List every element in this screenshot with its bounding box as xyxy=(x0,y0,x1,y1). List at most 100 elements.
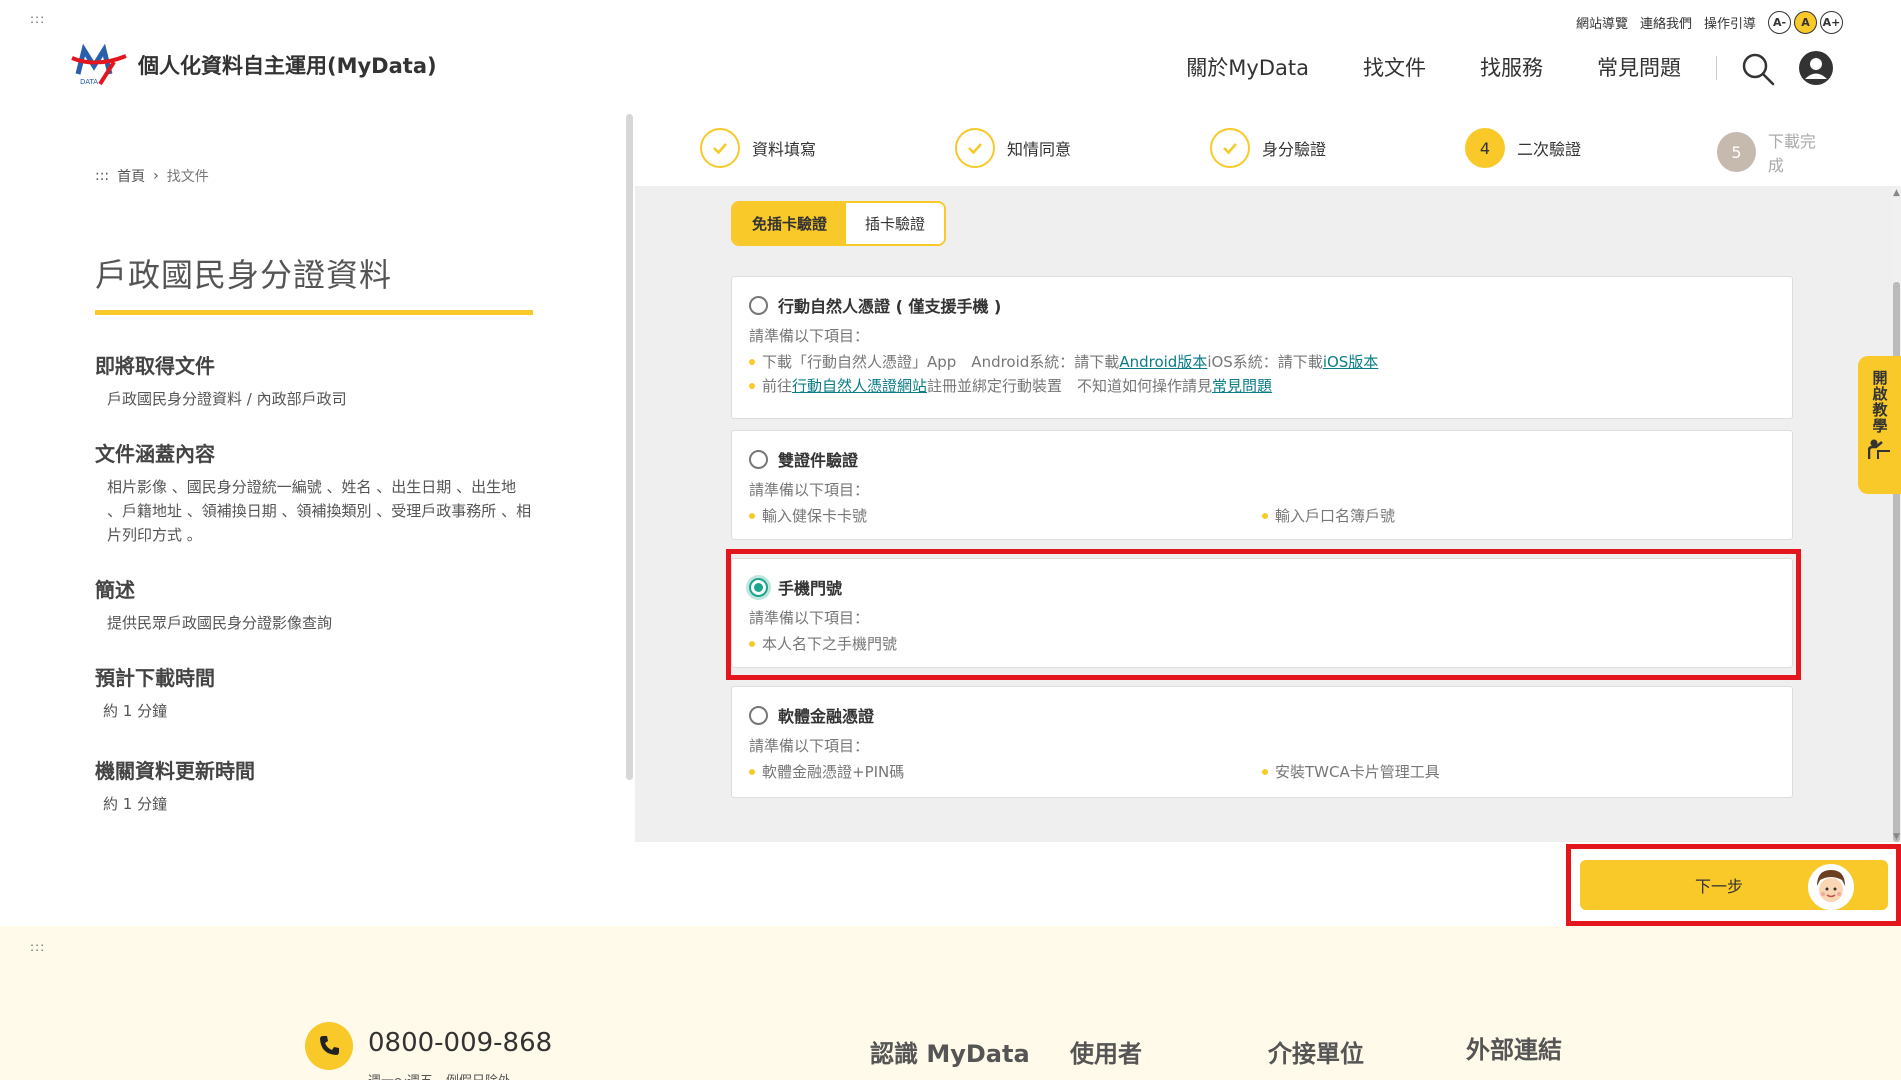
option-title: 行動自然人憑證 ( 僅支援手機 ) xyxy=(778,297,1002,316)
faq-link[interactable]: 常見問題 xyxy=(1212,374,1272,398)
option-dual-id[interactable]: 雙證件驗證 請準備以下項目： 輸入健保卡卡號 輸入戶口名簿戶號 xyxy=(731,430,1793,540)
footer-col-about[interactable]: 認識 MyData xyxy=(870,1034,1030,1069)
highlight-mobile-number xyxy=(726,549,1801,680)
site-logo[interactable]: DATA 個人化資料自主運用(MyData) xyxy=(70,44,437,86)
step-label: 下載完成 xyxy=(1767,132,1816,175)
info-value: 約 1 分鐘 xyxy=(103,702,168,720)
breadcrumb-separator: › xyxy=(153,168,159,184)
list-item: 軟體金融憑證+PIN碼 xyxy=(749,760,1262,784)
presenter-icon xyxy=(1867,439,1890,459)
ios-link[interactable]: iOS版本 xyxy=(1323,350,1379,374)
info-upcoming-doc: 即將取得文件 戶政國民身分證資料 / 內政部戶政司 xyxy=(95,350,535,411)
info-heading: 預計下載時間 xyxy=(95,666,215,690)
progress-stepper: 資料填寫 知情同意 身分驗證 4 二次驗證 5 下載完成 xyxy=(700,128,1830,175)
main-scrollbar[interactable] xyxy=(1892,186,1901,842)
step-label: 二次驗證 xyxy=(1517,140,1582,159)
nav-faq[interactable]: 常見問題 xyxy=(1597,52,1681,82)
item-text: 前往 xyxy=(762,377,793,395)
breadcrumb-current[interactable]: 找文件 xyxy=(167,166,209,186)
item-text: 註冊並綁定行動裝置 不知道如何操作請見 xyxy=(927,377,1213,395)
android-link[interactable]: Android版本 xyxy=(1119,350,1207,374)
tab-card-reader[interactable]: 插卡驗證 xyxy=(846,203,945,244)
prep-label: 請準備以下項目： xyxy=(749,737,870,755)
info-value: 約 1 分鐘 xyxy=(103,795,168,813)
option-software-cert[interactable]: 軟體金融憑證 請準備以下項目： 軟體金融憑證+PIN碼 安裝TWCA卡片管理工具 xyxy=(731,686,1793,798)
page-title: 戶政國民身分證資料 xyxy=(95,256,393,294)
step-consent: 知情同意 xyxy=(955,128,1071,168)
mobile-cert-site-link[interactable]: 行動自然人憑證網站 xyxy=(792,374,927,398)
sitemap-link[interactable]: 網站導覽 xyxy=(1576,13,1628,32)
service-phone[interactable]: 0800-009-868 xyxy=(368,1028,552,1058)
list-item: 前往 行動自然人憑證網站 註冊並綁定行動裝置 不知道如何操作請見 常見問題 xyxy=(749,374,1775,398)
prep-label: 請準備以下項目： xyxy=(749,481,870,499)
font-large-button[interactable]: A+ xyxy=(1820,11,1843,34)
footer-col-users[interactable]: 使用者 xyxy=(1070,1034,1142,1069)
option-title: 雙證件驗證 xyxy=(778,451,859,470)
step-second-verify: 4 二次驗證 xyxy=(1465,128,1581,168)
nav-find-docs[interactable]: 找文件 xyxy=(1363,52,1426,82)
radio-software-cert[interactable] xyxy=(749,705,768,725)
open-tutorial-button[interactable]: 開啟教學 xyxy=(1858,356,1901,494)
font-small-button[interactable]: A- xyxy=(1768,11,1791,34)
verify-method-tabs: 免插卡驗證 插卡驗證 xyxy=(731,201,947,246)
tutorial-label: 開啟教學 xyxy=(1870,370,1889,434)
step-label: 資料填寫 xyxy=(752,140,817,159)
breadcrumb: ::: 首頁 › 找文件 xyxy=(95,166,209,186)
info-value: 提供民眾戶政國民身分證影像查詢 xyxy=(107,614,333,632)
accesskey-top[interactable]: ::: xyxy=(30,12,45,26)
font-medium-button[interactable]: A xyxy=(1794,11,1817,34)
scroll-up-icon[interactable]: ▲ xyxy=(1893,188,1900,198)
step-download: 5 下載完成 xyxy=(1717,128,1830,176)
utility-bar: 網站導覽 連絡我們 操作引導 A- A A+ xyxy=(1576,11,1843,34)
search-icon[interactable] xyxy=(1740,51,1776,87)
accesskey-footer[interactable]: ::: xyxy=(30,940,45,954)
radio-mobile-cert[interactable] xyxy=(749,295,768,315)
footer: ::: 0800-009-868 週一～週五 例假日除外 認識 MyData 使… xyxy=(0,926,1901,1080)
info-download-time: 預計下載時間 約 1 分鐘 xyxy=(95,662,535,723)
contact-link[interactable]: 連絡我們 xyxy=(1640,13,1692,32)
tab-no-card[interactable]: 免插卡驗證 xyxy=(733,203,847,244)
breadcrumb-accesskey[interactable]: ::: xyxy=(95,168,109,184)
font-size-controls: A- A A+ xyxy=(1768,11,1843,34)
check-icon xyxy=(955,128,995,168)
assistant-avatar-icon[interactable] xyxy=(1808,864,1854,910)
phone-icon xyxy=(305,1022,353,1070)
user-account-icon[interactable] xyxy=(1798,50,1834,86)
main-nav: 關於MyData 找文件 找服務 常見問題 xyxy=(1186,52,1681,82)
next-step-label: 下一步 xyxy=(1694,877,1743,896)
check-icon xyxy=(700,128,740,168)
option-mobile-cert[interactable]: 行動自然人憑證 ( 僅支援手機 ) 請準備以下項目： 下載「行動自然人憑證」Ap… xyxy=(731,276,1793,419)
footer-col-external[interactable]: 外部連結 xyxy=(1466,1030,1562,1065)
item-text: 下載「行動自然人憑證」App Android系統：請下載 xyxy=(762,353,1120,371)
service-hours: 週一～週五 例假日除外 xyxy=(368,1070,511,1080)
logo-mark-text: DATA xyxy=(80,78,98,86)
step-number: 5 xyxy=(1717,132,1756,172)
info-value: 相片影像 、國民身分證統一編號 、姓名 、出生日期 、出生地 、戶籍地址 、領補… xyxy=(107,478,532,544)
info-heading: 簡述 xyxy=(95,578,135,602)
list-item: 輸入健保卡卡號 xyxy=(749,504,1262,528)
radio-dual-id[interactable] xyxy=(749,449,768,469)
info-heading: 文件涵蓋內容 xyxy=(95,442,215,466)
title-underline xyxy=(95,310,533,315)
option-title: 軟體金融憑證 xyxy=(778,707,875,726)
nav-find-services[interactable]: 找服務 xyxy=(1480,52,1543,82)
info-update-time: 機關資料更新時間 約 1 分鐘 xyxy=(95,755,535,816)
info-heading: 即將取得文件 xyxy=(95,354,215,378)
breadcrumb-home[interactable]: 首頁 xyxy=(117,166,145,186)
mydata-logo-icon: DATA xyxy=(71,44,127,86)
guide-link[interactable]: 操作引導 xyxy=(1704,13,1756,32)
list-item: 下載「行動自然人憑證」App Android系統：請下載 Android版本 i… xyxy=(749,350,1775,374)
info-doc-contents: 文件涵蓋內容 相片影像 、國民身分證統一編號 、姓名 、出生日期 、出生地 、戶… xyxy=(95,438,535,547)
left-panel-scrollbar[interactable] xyxy=(626,114,633,780)
nav-divider xyxy=(1716,56,1717,80)
list-item: 安裝TWCA卡片管理工具 xyxy=(1262,760,1775,784)
verification-panel: 免插卡驗證 插卡驗證 行動自然人憑證 ( 僅支援手機 ) 請準備以下項目： 下載… xyxy=(635,186,1893,842)
list-item: 輸入戶口名簿戶號 xyxy=(1262,504,1775,528)
footer-col-partners[interactable]: 介接單位 xyxy=(1268,1034,1364,1069)
scroll-down-icon[interactable]: ▼ xyxy=(1893,832,1900,842)
step-label: 知情同意 xyxy=(1007,140,1072,159)
info-summary: 簡述 提供民眾戶政國民身分證影像查詢 xyxy=(95,574,535,635)
step-fill-data: 資料填寫 xyxy=(700,128,816,168)
nav-about[interactable]: 關於MyData xyxy=(1186,52,1309,82)
prep-label: 請準備以下項目： xyxy=(749,327,870,345)
